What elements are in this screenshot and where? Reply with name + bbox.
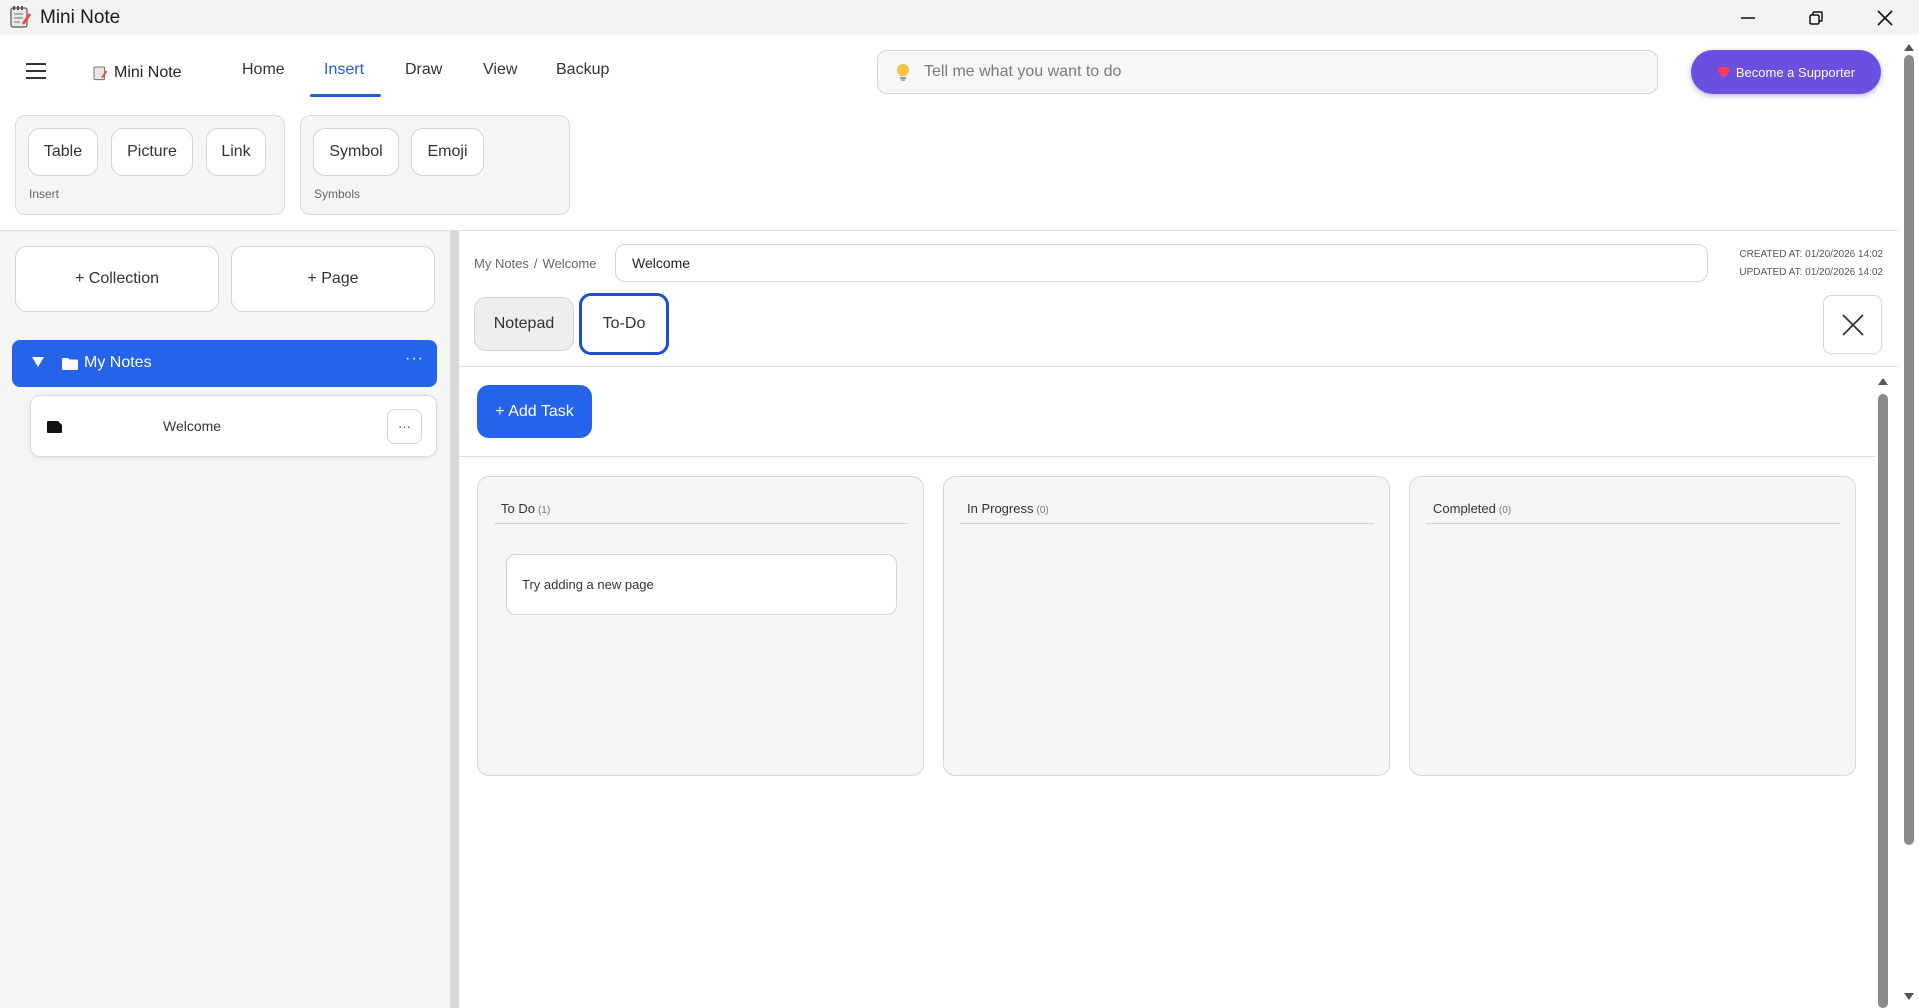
app-notepad-icon xyxy=(93,66,108,81)
close-window-button[interactable] xyxy=(1851,0,1919,35)
column-count: (0) xyxy=(1036,505,1049,516)
breadcrumb-separator: / xyxy=(533,256,538,271)
created-at: CREATED AT: 01/20/2026 14:02 xyxy=(1739,249,1883,260)
brand-label: Mini Note xyxy=(114,64,182,81)
insert-group: Table Picture Link Insert xyxy=(15,115,285,215)
column-header: To Do (1) xyxy=(501,501,550,516)
column-header: In Progress (0) xyxy=(967,501,1049,516)
scroll-thumb[interactable] xyxy=(1878,394,1888,1008)
divider xyxy=(459,366,1900,367)
minimize-button[interactable] xyxy=(1714,0,1782,35)
app-notepad-icon xyxy=(10,6,31,28)
page-label: Welcome xyxy=(163,418,222,434)
ribbon-header: Mini Note Home Insert Draw View Backup B… xyxy=(0,35,1900,105)
breadcrumb: My Notes / Welcome xyxy=(474,256,596,271)
tab-insert[interactable]: Insert xyxy=(322,61,366,79)
column-title: To Do xyxy=(501,501,535,516)
brand: Mini Note xyxy=(92,64,182,82)
title-bar: Mini Note xyxy=(0,0,1919,35)
tab-view[interactable]: View xyxy=(481,61,519,79)
column-title: In Progress xyxy=(967,501,1034,516)
content-scrollbar[interactable] xyxy=(1876,376,1890,1008)
add-task-button[interactable]: + Add Task xyxy=(477,385,592,438)
caret-down-icon[interactable] xyxy=(31,356,45,368)
note-icon xyxy=(47,421,62,433)
notepad-mode-button[interactable]: Notepad xyxy=(474,297,574,351)
symbol-button[interactable]: Symbol xyxy=(313,128,399,176)
tab-home[interactable]: Home xyxy=(240,61,287,79)
column-title: Completed xyxy=(1433,501,1496,516)
page-more-button[interactable]: ··· xyxy=(387,409,422,444)
column-divider xyxy=(960,523,1374,524)
become-supporter-button[interactable]: Become a Supporter xyxy=(1691,50,1881,94)
symbols-group-label: Symbols xyxy=(314,187,361,201)
todo-mode-button[interactable]: To-Do xyxy=(579,293,669,355)
folder-icon xyxy=(62,358,78,370)
column-divider xyxy=(1426,523,1840,524)
sidebar: + Collection + Page My Notes ··· Welcome… xyxy=(0,231,450,1008)
tab-draw[interactable]: Draw xyxy=(403,61,444,79)
window-scrollbar[interactable] xyxy=(1900,35,1919,1008)
menu-icon[interactable] xyxy=(26,63,46,79)
restore-button[interactable] xyxy=(1782,0,1850,35)
supporter-label: Become a Supporter xyxy=(1735,64,1856,80)
column-count: (0) xyxy=(1498,505,1512,516)
collection-my-notes[interactable]: My Notes ··· xyxy=(12,340,437,387)
collection-more-button[interactable]: ··· xyxy=(405,350,424,368)
scroll-thumb[interactable] xyxy=(1904,55,1914,845)
symbols-group: Symbol Emoji Symbols xyxy=(300,115,570,215)
search-box[interactable] xyxy=(877,50,1658,94)
collection-label: My Notes xyxy=(84,354,152,371)
scroll-down-arrow-icon[interactable] xyxy=(1904,993,1914,1000)
window-title: Mini Note xyxy=(40,7,121,28)
lightbulb-icon xyxy=(896,63,910,81)
column-completed: Completed (0) xyxy=(1409,476,1856,776)
table-button[interactable]: Table xyxy=(28,128,98,176)
breadcrumb-item[interactable]: Welcome xyxy=(543,256,597,271)
heart-icon xyxy=(1717,66,1730,78)
link-button[interactable]: Link xyxy=(206,128,266,176)
column-todo: To Do (1) Try adding a new page xyxy=(477,476,924,776)
add-collection-button[interactable]: + Collection xyxy=(15,246,219,312)
divider xyxy=(459,456,1875,457)
column-in-progress: In Progress (0) xyxy=(943,476,1390,776)
insert-group-label: Insert xyxy=(29,187,60,201)
search-input[interactable] xyxy=(924,63,1624,81)
add-page-button[interactable]: + Page xyxy=(231,246,435,312)
page-item-welcome[interactable]: Welcome ··· xyxy=(30,395,437,457)
scroll-up-arrow-icon[interactable] xyxy=(1904,44,1914,51)
note-title-input[interactable] xyxy=(615,244,1708,282)
note-timestamps: CREATED AT: 01/20/2026 14:02 UPDATED AT:… xyxy=(1718,246,1883,282)
column-divider xyxy=(494,523,908,524)
column-header: Completed (0) xyxy=(1433,501,1511,516)
scroll-up-arrow-icon[interactable] xyxy=(1878,378,1888,385)
close-icon xyxy=(1877,9,1893,26)
picture-button[interactable]: Picture xyxy=(111,128,193,176)
emoji-button[interactable]: Emoji xyxy=(411,128,484,176)
updated-at: UPDATED AT: 01/20/2026 14:02 xyxy=(1739,267,1883,278)
tab-backup[interactable]: Backup xyxy=(554,61,611,79)
task-card[interactable]: Try adding a new page xyxy=(506,554,897,615)
sidebar-resize-handle[interactable] xyxy=(450,231,459,1008)
active-tab-indicator xyxy=(310,94,381,97)
close-note-button[interactable] xyxy=(1823,295,1882,354)
minimize-icon xyxy=(1741,16,1755,19)
close-icon xyxy=(1841,313,1864,336)
breadcrumb-item[interactable]: My Notes xyxy=(474,256,529,271)
restore-icon xyxy=(1809,10,1823,25)
column-count: (1) xyxy=(537,505,551,516)
